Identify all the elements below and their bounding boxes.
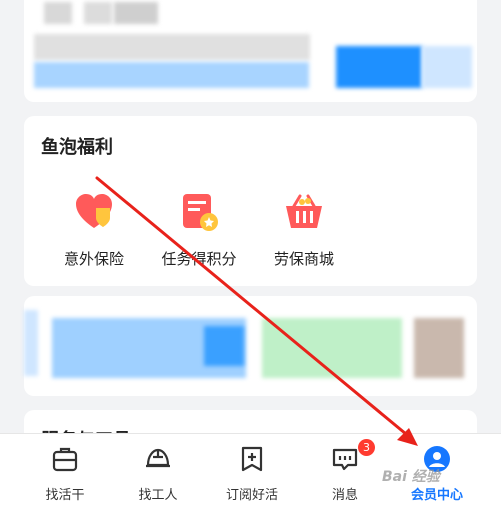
annotation-arrow: [95, 176, 418, 446]
